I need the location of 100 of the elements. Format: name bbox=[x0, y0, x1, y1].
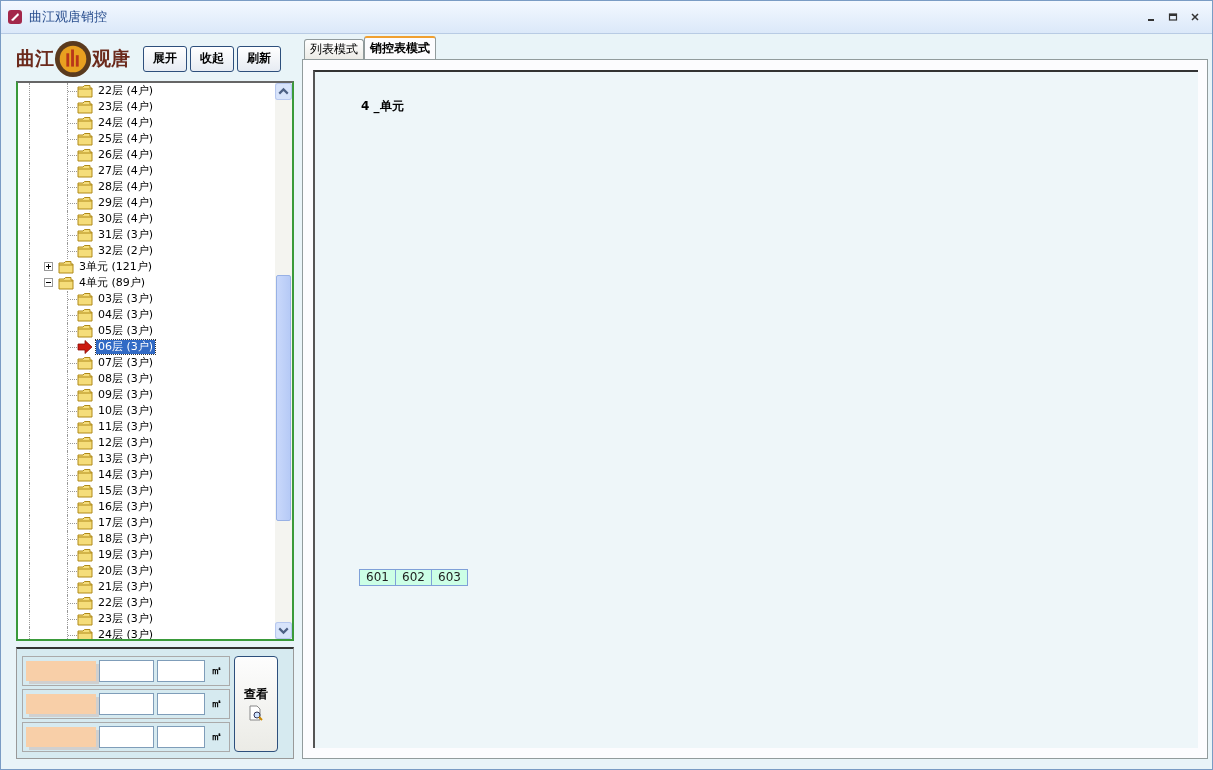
expander-icon[interactable] bbox=[44, 278, 53, 288]
tree-item[interactable]: 12层 (3户) bbox=[96, 435, 156, 450]
folder-icon bbox=[77, 147, 93, 162]
tree-item[interactable]: 23层 (3户) bbox=[96, 611, 156, 626]
scroll-down-icon[interactable] bbox=[275, 622, 292, 640]
logo-emblem-icon bbox=[54, 39, 92, 78]
folder-icon bbox=[77, 131, 93, 146]
folder-icon bbox=[77, 435, 93, 450]
view-button[interactable]: 查看 bbox=[234, 655, 278, 752]
tree-item[interactable]: 4单元 (89户) bbox=[77, 275, 148, 290]
tree-item[interactable]: 14层 (3户) bbox=[96, 467, 156, 482]
tree-item[interactable]: 13层 (3户) bbox=[96, 451, 156, 466]
input-field[interactable] bbox=[157, 659, 205, 682]
tree-item[interactable]: 08层 (3户) bbox=[96, 371, 156, 386]
folder-icon bbox=[77, 371, 93, 386]
tab[interactable]: 销控表模式 bbox=[364, 36, 436, 59]
tree-item[interactable]: 24层 (3户) bbox=[96, 627, 156, 640]
folder-icon bbox=[77, 355, 93, 370]
folder-icon bbox=[77, 195, 93, 210]
folder-icon bbox=[77, 323, 93, 338]
room-cell[interactable]: 602 bbox=[395, 569, 432, 586]
tree-item[interactable]: 04层 (3户) bbox=[96, 307, 156, 322]
tree-item[interactable]: 15层 (3户) bbox=[96, 483, 156, 498]
folder-icon bbox=[77, 467, 93, 482]
range-label bbox=[26, 726, 96, 747]
unit-label: ㎡ bbox=[211, 696, 222, 712]
arrow-icon bbox=[77, 339, 93, 354]
input-field[interactable] bbox=[99, 692, 154, 715]
tree-item[interactable]: 03层 (3户) bbox=[96, 291, 156, 306]
tree-item[interactable]: 11层 (3户) bbox=[96, 419, 156, 434]
tree-item[interactable]: 22层 (3户) bbox=[96, 595, 156, 610]
range-label bbox=[26, 660, 96, 681]
tree-item[interactable]: 07层 (3户) bbox=[96, 355, 156, 370]
tree-item[interactable]: 3单元 (121户) bbox=[77, 259, 155, 274]
folder-icon bbox=[77, 499, 93, 514]
tree-item[interactable]: 28层 (4户) bbox=[96, 179, 156, 194]
tree-item[interactable]: 29层 (4户) bbox=[96, 195, 156, 210]
folder-icon bbox=[77, 211, 93, 226]
window-title: 曲江观唐销控 bbox=[29, 8, 107, 26]
range-label bbox=[26, 693, 96, 714]
folder-icon bbox=[77, 627, 93, 640]
tab[interactable]: 列表模式 bbox=[304, 39, 364, 59]
toolbar-button[interactable]: 收起 bbox=[190, 45, 234, 72]
folder-icon bbox=[77, 419, 93, 434]
folder-icon bbox=[77, 83, 93, 98]
folder-icon bbox=[77, 483, 93, 498]
tree-item[interactable]: 27层 (4户) bbox=[96, 163, 156, 178]
tree-item[interactable]: 32层 (2户) bbox=[96, 243, 156, 258]
input-field[interactable] bbox=[157, 725, 205, 748]
tree-item[interactable]: 21层 (3户) bbox=[96, 579, 156, 594]
folder-icon bbox=[77, 307, 93, 322]
tree-item[interactable]: 06层 (3户) bbox=[96, 339, 156, 354]
unit-label: ㎡ bbox=[211, 663, 222, 679]
tree-item[interactable]: 31层 (3户) bbox=[96, 227, 156, 242]
folder-icon bbox=[77, 579, 93, 594]
input-field[interactable] bbox=[99, 659, 154, 682]
folder-icon bbox=[77, 547, 93, 562]
toolbar-button[interactable]: 刷新 bbox=[237, 45, 281, 72]
close-icon[interactable] bbox=[1190, 12, 1200, 22]
tree-item[interactable]: 24层 (4户) bbox=[96, 115, 156, 130]
folder-icon bbox=[77, 595, 93, 610]
folder-icon bbox=[77, 387, 93, 402]
folder-icon bbox=[77, 563, 93, 578]
toolbar-button[interactable]: 展开 bbox=[143, 45, 187, 72]
tree-item[interactable]: 16层 (3户) bbox=[96, 499, 156, 514]
logo-text: 观唐 bbox=[92, 45, 130, 71]
tree-item[interactable]: 05层 (3户) bbox=[96, 323, 156, 338]
maximize-icon[interactable] bbox=[1168, 12, 1178, 22]
tree-item[interactable]: 25层 (4户) bbox=[96, 131, 156, 146]
input-field[interactable] bbox=[99, 725, 154, 748]
room-cell[interactable]: 601 bbox=[359, 569, 396, 586]
tree-item[interactable]: 18层 (3户) bbox=[96, 531, 156, 546]
tree-item[interactable]: 10层 (3户) bbox=[96, 403, 156, 418]
room-cell[interactable]: 603 bbox=[431, 569, 468, 586]
tree-item[interactable]: 22层 (4户) bbox=[96, 83, 156, 98]
folder-icon bbox=[77, 99, 93, 114]
tree-item[interactable]: 30层 (4户) bbox=[96, 211, 156, 226]
input-field[interactable] bbox=[157, 692, 205, 715]
tree-item[interactable]: 09层 (3户) bbox=[96, 387, 156, 402]
scroll-up-icon[interactable] bbox=[275, 82, 292, 100]
tree-item[interactable]: 19层 (3户) bbox=[96, 547, 156, 562]
folder-icon bbox=[77, 403, 93, 418]
folder-icon bbox=[77, 179, 93, 194]
expander-icon[interactable] bbox=[44, 262, 53, 272]
magnifier-icon bbox=[248, 705, 264, 722]
folder-icon bbox=[58, 275, 74, 290]
logo-text: 曲江 bbox=[16, 45, 54, 71]
folder-icon bbox=[77, 243, 93, 258]
folder-icon bbox=[77, 115, 93, 130]
scroll-thumb[interactable] bbox=[276, 274, 291, 521]
tree-item[interactable]: 26层 (4户) bbox=[96, 147, 156, 162]
scrollbar[interactable] bbox=[275, 82, 292, 640]
tree-item[interactable]: 23层 (4户) bbox=[96, 99, 156, 114]
folder-icon bbox=[77, 531, 93, 546]
tree-item[interactable]: 20层 (3户) bbox=[96, 563, 156, 578]
folder-icon bbox=[77, 291, 93, 306]
folder-icon bbox=[77, 515, 93, 530]
tree-item[interactable]: 17层 (3户) bbox=[96, 515, 156, 530]
folder-icon bbox=[77, 611, 93, 626]
unit-title: 4 _单元 bbox=[361, 98, 404, 115]
